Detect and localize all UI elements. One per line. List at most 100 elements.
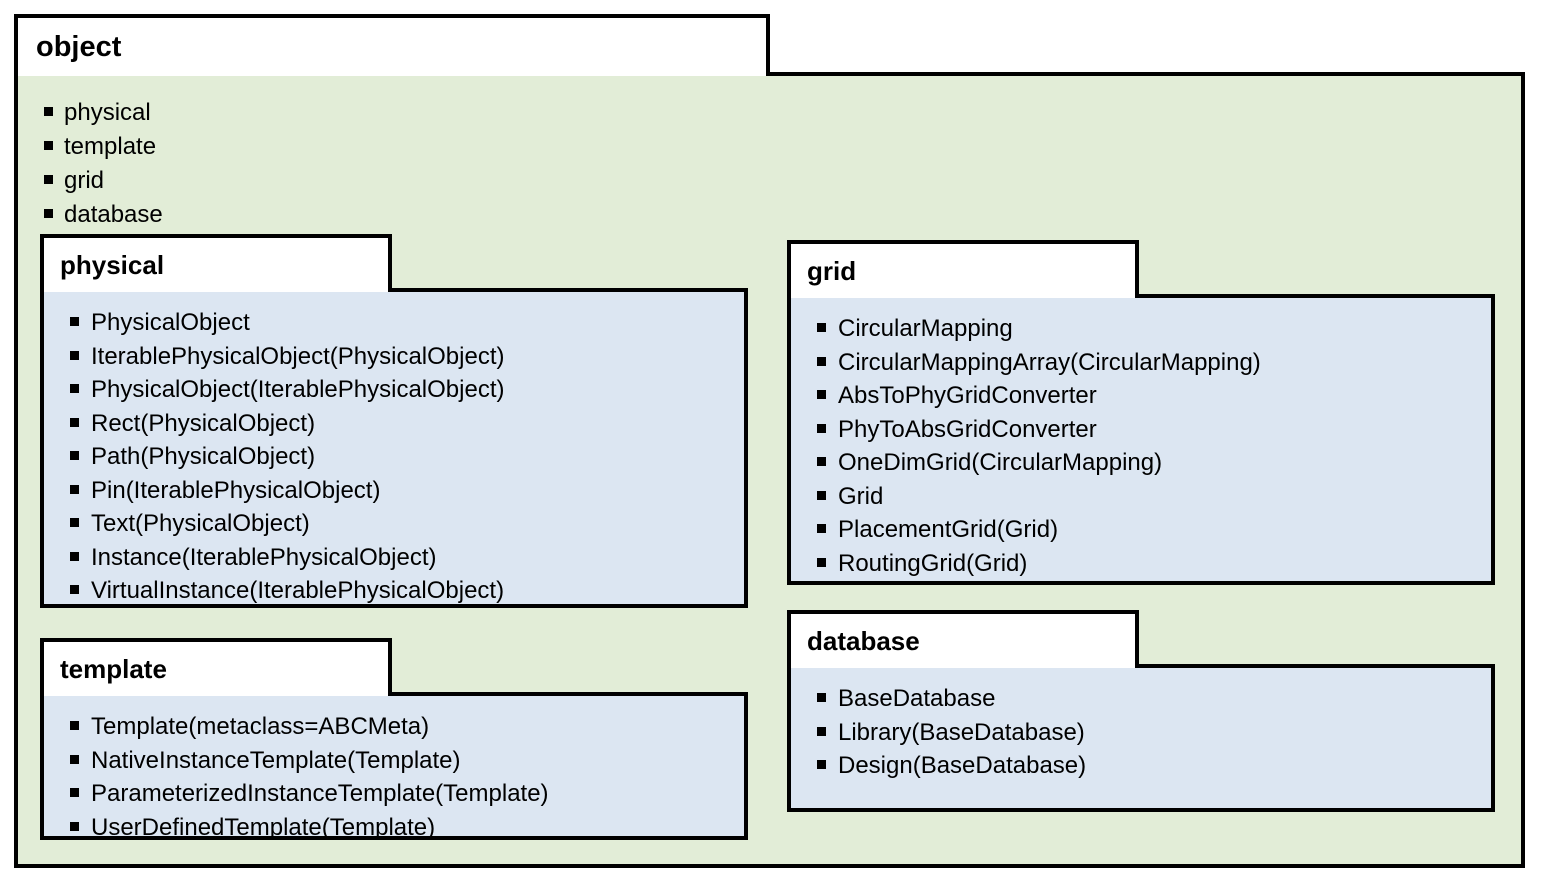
member-label: Template(metaclass=ABCMeta): [91, 713, 430, 740]
list-item: grid: [44, 164, 163, 198]
bullet-square-icon: [70, 317, 79, 326]
grid-member-list: CircularMapping CircularMappingArray(Cir…: [817, 312, 1261, 580]
physical-member-list: PhysicalObject IterablePhysicalObject(Ph…: [70, 306, 505, 608]
package-template-tab: template: [40, 638, 392, 696]
member-label: Design(BaseDatabase): [838, 752, 1087, 779]
package-database-tab: database: [787, 610, 1139, 668]
bullet-square-icon: [817, 490, 826, 500]
member-label: PhysicalObject(IterablePhysicalObject): [91, 376, 505, 403]
uml-package-diagram: object physical template grid database p…: [0, 0, 1544, 886]
database-member-list: BaseDatabase Library(BaseDatabase) Desig…: [817, 682, 1086, 783]
bullet-square-icon: [817, 323, 826, 332]
list-item: IterablePhysicalObject(PhysicalObject): [70, 340, 505, 374]
bullet-square-icon: [70, 518, 79, 527]
list-item: Template(metaclass=ABCMeta): [70, 710, 549, 744]
package-template-name: template: [60, 654, 167, 684]
bullet-square-icon: [70, 821, 79, 831]
package-database-body: BaseDatabase Library(BaseDatabase) Desig…: [787, 664, 1495, 812]
package-grid-body: CircularMapping CircularMappingArray(Cir…: [787, 294, 1495, 585]
list-item: Grid: [817, 480, 1261, 514]
list-item: VirtualInstance(IterablePhysicalObject): [70, 574, 505, 608]
bullet-square-icon: [70, 551, 79, 561]
bullet-square-icon: [817, 457, 826, 466]
list-item: Path(PhysicalObject): [70, 440, 505, 474]
member-label: BaseDatabase: [838, 685, 996, 712]
bullet-square-icon: [817, 390, 826, 399]
member-label: Path(PhysicalObject): [91, 443, 316, 470]
package-grid-name: grid: [807, 256, 857, 286]
list-item: CircularMappingArray(CircularMapping): [817, 346, 1261, 380]
member-label: AbsToPhyGridConverter: [838, 382, 1097, 409]
member-label: template: [64, 133, 157, 160]
list-item: AbsToPhyGridConverter: [817, 379, 1261, 413]
member-label: Rect(PhysicalObject): [91, 409, 316, 437]
member-label: Library(BaseDatabase): [838, 718, 1085, 746]
bullet-square-icon: [817, 423, 826, 433]
member-label: NativeInstanceTemplate(Template): [91, 746, 461, 774]
package-grid-tab: grid: [787, 240, 1139, 298]
member-label: grid: [64, 167, 105, 194]
bullet-square-icon: [817, 356, 826, 366]
member-label: PhysicalObject: [91, 309, 250, 336]
package-database-name: database: [807, 626, 920, 656]
member-label: database: [64, 201, 163, 228]
member-label: RoutingGrid(Grid): [838, 549, 1028, 577]
bullet-square-icon: [817, 760, 826, 769]
member-label: Grid: [838, 482, 884, 510]
member-label: VirtualInstance(IterablePhysicalObject): [91, 577, 505, 604]
bullet-square-icon: [70, 384, 79, 393]
bullet-square-icon: [817, 693, 826, 702]
bullet-square-icon: [70, 451, 79, 460]
list-item: database: [44, 198, 163, 232]
bullet-square-icon: [70, 417, 79, 427]
list-item: Instance(IterablePhysicalObject): [70, 541, 505, 575]
bullet-square-icon: [70, 721, 79, 730]
bullet-square-icon: [44, 141, 53, 150]
bullet-square-icon: [70, 754, 79, 764]
list-item: Library(BaseDatabase): [817, 716, 1086, 750]
bullet-square-icon: [817, 726, 826, 736]
list-item: Pin(IterablePhysicalObject): [70, 474, 505, 508]
object-member-list: physical template grid database: [44, 96, 163, 232]
member-label: CircularMapping: [838, 315, 1013, 342]
bullet-square-icon: [70, 350, 79, 360]
list-item: physical: [44, 96, 163, 130]
member-label: Pin(IterablePhysicalObject): [91, 476, 381, 504]
member-label: CircularMappingArray(CircularMapping): [838, 348, 1261, 376]
bullet-square-icon: [70, 585, 79, 594]
member-label: UserDefinedTemplate(Template): [91, 813, 436, 841]
list-item: PlacementGrid(Grid): [817, 513, 1261, 547]
member-label: PhyToAbsGridConverter: [838, 415, 1097, 443]
package-physical-body: PhysicalObject IterablePhysicalObject(Ph…: [40, 288, 748, 608]
list-item: PhyToAbsGridConverter: [817, 413, 1261, 447]
bullet-square-icon: [817, 557, 826, 567]
bullet-square-icon: [44, 107, 53, 116]
list-item: RoutingGrid(Grid): [817, 547, 1261, 581]
list-item: OneDimGrid(CircularMapping): [817, 446, 1261, 480]
list-item: Text(PhysicalObject): [70, 507, 505, 541]
bullet-square-icon: [70, 788, 79, 797]
bullet-square-icon: [44, 209, 53, 218]
list-item: CircularMapping: [817, 312, 1261, 346]
member-label: Instance(IterablePhysicalObject): [91, 543, 437, 571]
list-item: NativeInstanceTemplate(Template): [70, 744, 549, 778]
bullet-square-icon: [70, 484, 79, 494]
bullet-square-icon: [44, 175, 53, 184]
list-item: Rect(PhysicalObject): [70, 407, 505, 441]
package-physical-tab: physical: [40, 234, 392, 292]
member-label: Text(PhysicalObject): [91, 510, 310, 537]
package-physical-name: physical: [60, 250, 165, 280]
list-item: PhysicalObject: [70, 306, 505, 340]
list-item: template: [44, 130, 163, 164]
package-template-body: Template(metaclass=ABCMeta) NativeInstan…: [40, 692, 748, 841]
package-object-tab: object: [14, 14, 770, 76]
member-label: PlacementGrid(Grid): [838, 516, 1059, 543]
member-label: physical: [64, 99, 151, 126]
list-item: BaseDatabase: [817, 682, 1086, 716]
member-label: IterablePhysicalObject(PhysicalObject): [91, 342, 505, 370]
list-item: UserDefinedTemplate(Template): [70, 811, 549, 845]
member-label: ParameterizedInstanceTemplate(Template): [91, 780, 549, 807]
bullet-square-icon: [817, 524, 826, 533]
package-object-name: object: [36, 30, 122, 63]
list-item: ParameterizedInstanceTemplate(Template): [70, 777, 549, 811]
